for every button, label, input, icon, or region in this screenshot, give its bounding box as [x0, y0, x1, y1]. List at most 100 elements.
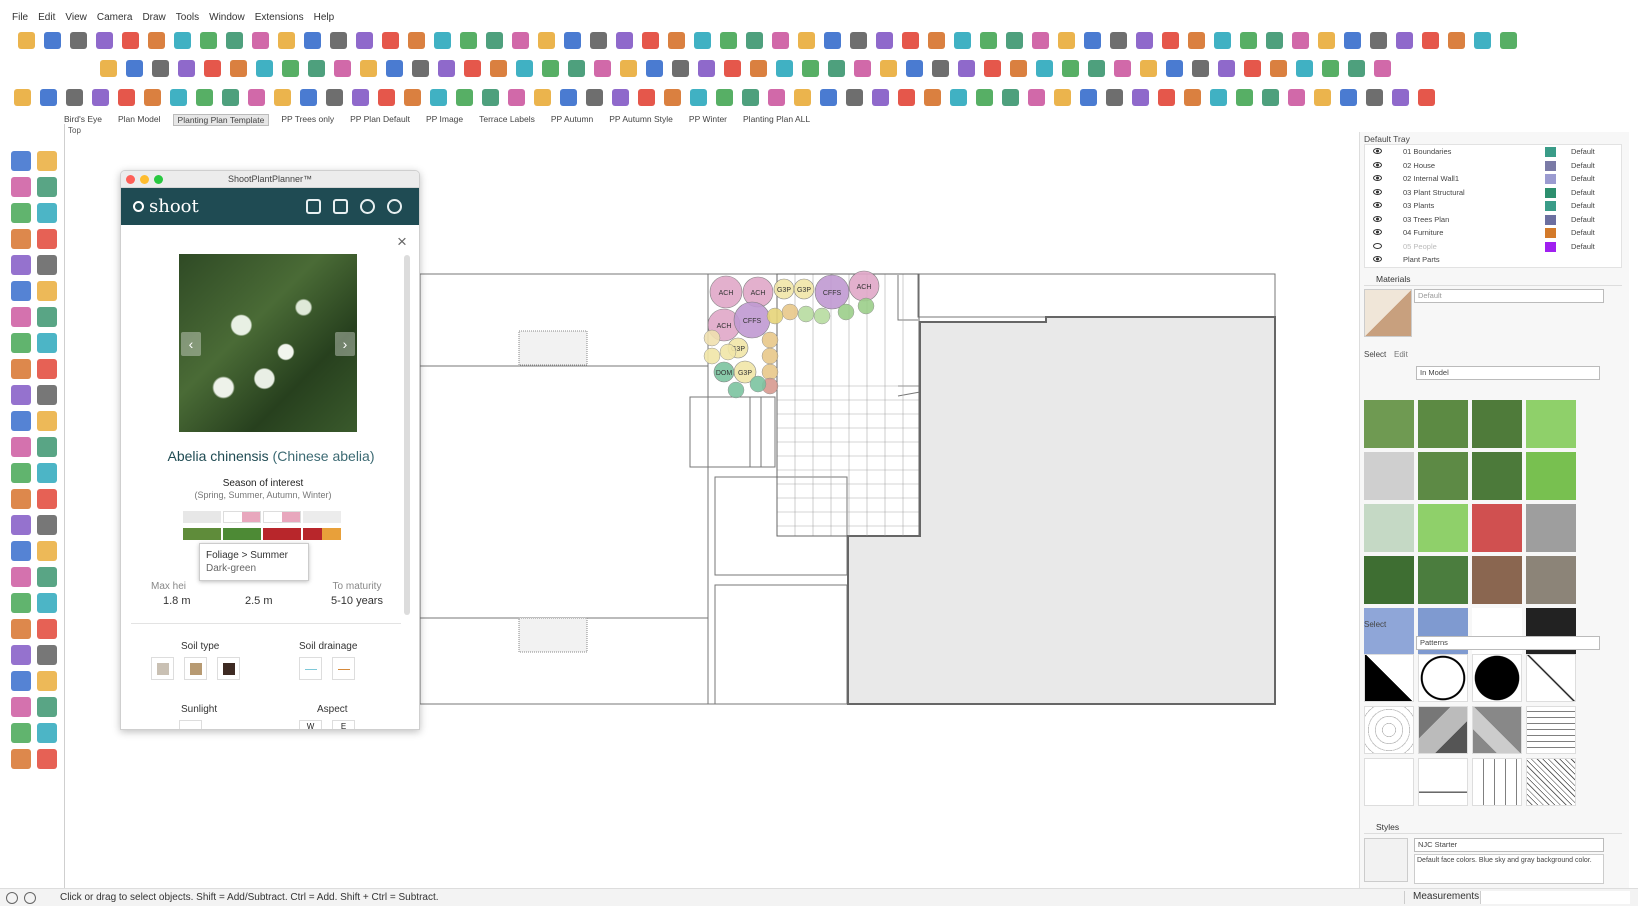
- pattern-swatch[interactable]: [1472, 758, 1522, 806]
- prev-image-icon[interactable]: ‹: [181, 332, 201, 356]
- swatch[interactable]: [303, 511, 341, 523]
- close-icon[interactable]: ×: [397, 233, 407, 250]
- toolbar-tool-icon[interactable]: [1418, 88, 1435, 106]
- material-swatch[interactable]: [1418, 400, 1468, 448]
- pattern-swatch[interactable]: [1418, 706, 1468, 754]
- tag-row[interactable]: 02 Internal Wall1 Default: [1365, 172, 1621, 186]
- swatch[interactable]: [263, 511, 301, 523]
- swatch[interactable]: [223, 528, 261, 540]
- material-swatch[interactable]: [1418, 556, 1468, 604]
- swatch[interactable]: [303, 528, 341, 540]
- pattern-swatch[interactable]: [1526, 654, 1576, 702]
- materials-header[interactable]: Materials: [1364, 274, 1622, 286]
- toolbar-tool-icon[interactable]: [1474, 31, 1491, 49]
- tag-color-swatch[interactable]: [1545, 147, 1556, 157]
- soil-swatch[interactable]: [217, 657, 240, 680]
- toolbar-tool-icon[interactable]: [1374, 59, 1391, 77]
- tag-row[interactable]: 03 Plant Structural Default: [1365, 186, 1621, 200]
- pattern-swatch[interactable]: [1364, 706, 1414, 754]
- visibility-eye-icon[interactable]: [1373, 229, 1382, 235]
- material-swatch[interactable]: [1526, 556, 1576, 604]
- aspect-e[interactable]: E: [332, 720, 355, 729]
- toolbar-tool-icon[interactable]: [1392, 88, 1409, 106]
- tag-color-swatch[interactable]: [1545, 241, 1556, 252]
- tag-row[interactable]: 03 Plants Default: [1365, 199, 1621, 213]
- tag-color-swatch[interactable]: [1545, 187, 1556, 198]
- close-window-dot[interactable]: [126, 175, 135, 184]
- measurements-field[interactable]: [1480, 891, 1630, 904]
- tag-row[interactable]: 02 House Default: [1365, 159, 1621, 173]
- toolbar-tool-icon[interactable]: [1448, 31, 1465, 49]
- pattern-swatch[interactable]: [1364, 758, 1414, 806]
- drainage-swatch[interactable]: [332, 657, 355, 680]
- material-swatch[interactable]: [1364, 556, 1414, 604]
- material-swatch[interactable]: [1364, 400, 1414, 448]
- visibility-eye-icon[interactable]: [1373, 148, 1382, 154]
- material-swatch[interactable]: [1364, 608, 1414, 656]
- tag-color-swatch[interactable]: [1545, 160, 1556, 171]
- clipboard-icon[interactable]: [333, 199, 348, 214]
- visibility-eye-icon[interactable]: [1373, 202, 1382, 208]
- drainage-swatch[interactable]: [299, 657, 322, 680]
- aspect-w[interactable]: W: [299, 720, 322, 729]
- toolbar-tool-icon[interactable]: [1422, 31, 1439, 49]
- soil-swatch[interactable]: [151, 657, 174, 680]
- tag-color-swatch[interactable]: [1545, 174, 1556, 184]
- toolbar-tool-icon[interactable]: [1370, 31, 1387, 49]
- material-swatch[interactable]: [1364, 504, 1414, 552]
- visibility-eye-icon[interactable]: [1373, 175, 1382, 181]
- material-swatch[interactable]: [1364, 452, 1414, 500]
- pattern-swatch[interactable]: [1526, 758, 1576, 806]
- tag-row[interactable]: 05 People Default: [1365, 240, 1621, 254]
- material-swatch[interactable]: [1418, 504, 1468, 552]
- toolbar-tool-icon[interactable]: [1396, 31, 1413, 49]
- material-library-select[interactable]: In Model: [1416, 366, 1600, 380]
- material-swatch[interactable]: [1472, 556, 1522, 604]
- material-swatch[interactable]: [1418, 452, 1468, 500]
- pattern-swatch[interactable]: [1418, 654, 1468, 702]
- swatch[interactable]: [223, 511, 261, 523]
- toolbar-tool-icon[interactable]: [1500, 31, 1517, 49]
- tag-color-swatch[interactable]: [1545, 228, 1556, 238]
- tag-row[interactable]: 04 Furniture Default: [1365, 226, 1621, 240]
- swatch[interactable]: [183, 528, 221, 540]
- material-swatch[interactable]: [1472, 504, 1522, 552]
- visibility-eye-icon[interactable]: [1373, 161, 1382, 168]
- pattern-library-select[interactable]: Patterns: [1416, 636, 1600, 650]
- swatch[interactable]: [263, 528, 301, 540]
- pattern-swatch[interactable]: [1472, 706, 1522, 754]
- pattern-swatch[interactable]: [1418, 758, 1468, 806]
- next-image-icon[interactable]: ›: [335, 332, 355, 356]
- select-tab[interactable]: Select: [1364, 350, 1386, 359]
- material-swatch[interactable]: [1472, 400, 1522, 448]
- material-swatch[interactable]: [1526, 504, 1576, 552]
- tag-row[interactable]: Plant Parts: [1365, 253, 1621, 267]
- visibility-eye-icon[interactable]: [1373, 242, 1382, 249]
- pattern-swatch[interactable]: [1526, 706, 1576, 754]
- visibility-eye-icon[interactable]: [1373, 188, 1382, 195]
- toolbar-tool-icon[interactable]: [1366, 88, 1383, 106]
- image-folder-icon[interactable]: [306, 199, 321, 214]
- swatch[interactable]: [183, 511, 221, 523]
- help-icon[interactable]: [387, 199, 402, 214]
- settings-icon[interactable]: [360, 199, 375, 214]
- info-icon[interactable]: [6, 892, 18, 904]
- material-swatch[interactable]: [1526, 452, 1576, 500]
- style-name[interactable]: NJC Starter: [1414, 838, 1604, 852]
- tag-color-swatch[interactable]: [1545, 214, 1556, 225]
- styles-header[interactable]: Styles: [1364, 822, 1622, 834]
- edit-tab[interactable]: Edit: [1394, 350, 1408, 359]
- scrollbar[interactable]: [404, 255, 410, 615]
- maximize-window-dot[interactable]: [154, 175, 163, 184]
- help-status-icon[interactable]: [24, 892, 36, 904]
- material-name[interactable]: Default: [1414, 289, 1604, 303]
- tag-row[interactable]: 01 Boundaries Default: [1365, 145, 1621, 159]
- visibility-eye-icon[interactable]: [1373, 256, 1382, 262]
- soil-swatch[interactable]: [184, 657, 207, 680]
- tag-row[interactable]: 03 Trees Plan Default: [1365, 213, 1621, 227]
- material-swatch[interactable]: [1526, 400, 1576, 448]
- visibility-eye-icon[interactable]: [1373, 215, 1382, 222]
- tag-color-swatch[interactable]: [1545, 201, 1556, 211]
- pattern-swatch[interactable]: [1472, 654, 1522, 702]
- material-swatch[interactable]: [1472, 452, 1522, 500]
